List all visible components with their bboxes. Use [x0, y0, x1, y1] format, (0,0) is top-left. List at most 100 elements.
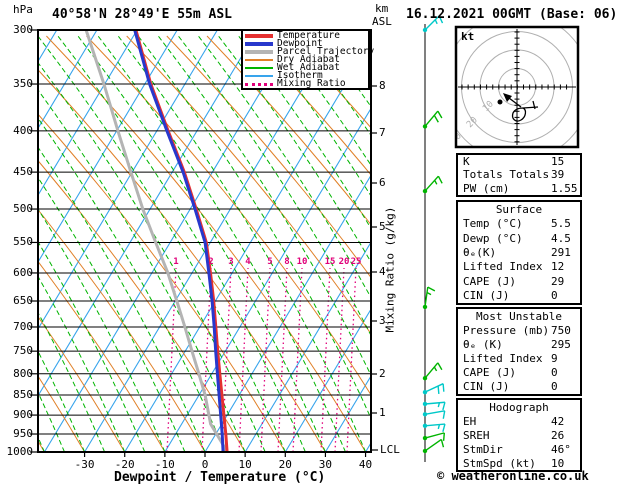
pressure-tick-label: 300 — [13, 23, 33, 36]
wind-barb-stem — [424, 423, 445, 427]
legend: Temperature Dewpoint Parcel Trajectory Dry … — [241, 29, 374, 90]
altitude-ref-label: ASL — [372, 15, 392, 28]
table-section-header: Most Unstable — [475, 309, 563, 323]
lcl-label: LCL — [380, 443, 400, 456]
wind-barb — [422, 410, 446, 419]
wind-barb-feather — [427, 286, 436, 292]
table-row-label: Dewp (°C) — [463, 231, 523, 245]
wet-adiabat-line — [137, 35, 371, 420]
wind-barb-feather — [437, 175, 443, 184]
pressure-tick-label: 950 — [13, 427, 33, 441]
temperature-tick-label: 30 — [318, 458, 333, 471]
hodograph-trace-loop — [511, 107, 527, 122]
wind-barb — [422, 175, 443, 194]
temperature-tick-label: -30 — [74, 458, 95, 471]
table-row-value: 750 — [551, 323, 571, 337]
table-row: θₑ(K) 291 — [458, 246, 580, 259]
datetime-label: 16.12.2021 00GMT (Base: 06) — [406, 7, 618, 22]
altitude-unit-label: km — [375, 2, 389, 15]
wind-barb-feather — [426, 291, 432, 296]
indices-table-most-unstable: Most Unstable Pressure (mb) 750 θₑ (K) 295 Li… — [456, 307, 582, 396]
wind-barb-feather — [442, 402, 446, 411]
wind-barb-feather — [437, 110, 443, 119]
hodograph-origin-dot — [497, 99, 503, 105]
table-row: EH 42 — [458, 415, 580, 428]
table-row-label: CIN (J) — [463, 289, 510, 303]
mixing-ratio-value-label: 2 — [208, 257, 214, 267]
x-axis-title: Dewpoint / Temperature (°C) — [114, 470, 326, 485]
wind-barb — [422, 438, 445, 454]
hodograph-trace — [522, 106, 539, 109]
legend-item: Mixing Ratio — [243, 78, 368, 90]
wind-barb-feather — [434, 179, 438, 185]
wind-barb-feather — [437, 362, 443, 371]
wind-barb-feather — [433, 366, 438, 372]
table-row: PW (cm) 1.55 — [458, 182, 580, 195]
table-row-value: 1.55 — [551, 181, 578, 195]
table-row: Temp (°C) 5.5 — [458, 217, 580, 230]
mixing-ratio-axis-title: Mixing Ratio (g/kg) — [383, 206, 397, 333]
pressure-tick-label: 450 — [13, 165, 33, 179]
table-row-label: CAPE (J) — [463, 366, 516, 380]
table-row-label: θₑ(K) — [463, 245, 497, 259]
table-row: CIN (J) 0 — [458, 289, 580, 302]
table-row: Lifted Index 12 — [458, 260, 580, 273]
pressure-tick-label: 350 — [13, 77, 33, 91]
wet-adiabat-line — [57, 35, 306, 452]
wind-barb-stem — [424, 432, 445, 439]
pressure-tick-label: 650 — [13, 294, 33, 307]
table-row: Pressure (mb) 750 — [458, 324, 580, 337]
table-row: K 15 — [458, 155, 580, 168]
wind-barb — [422, 383, 445, 395]
altitude-tick-label: 7 — [379, 126, 386, 139]
table-row-value: 42 — [551, 414, 565, 428]
table-row-label: Lifted Index — [463, 352, 543, 366]
dry-adiabat-line — [126, 35, 371, 335]
pressure-tick-label: 750 — [13, 344, 33, 358]
table-row-value: 0 — [551, 380, 558, 394]
legend-line-sample — [245, 75, 273, 77]
legend-line-sample — [245, 34, 273, 38]
mixing-ratio-value-label: 1 — [173, 257, 179, 267]
table-row: CAPE (J) 29 — [458, 275, 580, 288]
table-row: Totals Totals 39 — [458, 168, 580, 181]
legend-line-sample — [245, 42, 273, 46]
pressure-tick-label: 500 — [13, 202, 33, 216]
table-row: Dewp (°C) 4.5 — [458, 232, 580, 245]
table-row-value: 0 — [551, 366, 558, 380]
table-row-label: CAPE (J) — [463, 274, 516, 288]
temperature-tick-label: -20 — [114, 458, 135, 471]
table-row-value: 39 — [551, 168, 565, 182]
table-row-value: 5.5 — [551, 217, 571, 231]
altitude-tick-label: 1 — [379, 406, 386, 419]
legend-line-sample — [245, 82, 273, 86]
table-row-value: 4.5 — [551, 231, 571, 245]
table-row-value: 10 — [551, 456, 565, 470]
wind-barb-stem — [424, 383, 444, 393]
credit-link[interactable]: © weatheronline.co.uk — [437, 470, 589, 482]
table-row: StmSpd (kt) 10 — [458, 457, 580, 470]
legend-item-label: Mixing Ratio — [277, 78, 346, 90]
mixing-ratio-line — [277, 267, 288, 452]
legend-line-sample — [245, 50, 273, 54]
pressure-tick-label: 850 — [13, 388, 33, 402]
wind-barb-stem — [424, 438, 442, 452]
wind-barb-feather — [442, 410, 446, 419]
table-row-label: Lifted Index — [463, 260, 543, 274]
table-row-value: 29 — [551, 274, 565, 288]
table-row: StmDir 46° — [458, 443, 580, 456]
temperature-tick-label: 20 — [278, 458, 292, 471]
table-row-label: Pressure (mb) — [463, 323, 550, 337]
mixing-ratio-value-label: 4 — [245, 257, 251, 267]
mixing-ratio-line — [238, 267, 249, 452]
table-row: CAPE (J) 0 — [458, 366, 580, 379]
temperature-tick-label: 10 — [238, 458, 252, 471]
table-row-label: StmDir — [463, 442, 503, 456]
pressure-tick-label: 400 — [13, 123, 33, 137]
pressure-tick-label: 600 — [13, 265, 33, 279]
page-title: 40°58'N 28°49'E 55m ASL — [52, 7, 233, 22]
altitude-tick-label: 6 — [379, 176, 386, 189]
table-row-label: θₑ (K) — [463, 337, 503, 351]
wind-barb-feather — [433, 114, 439, 123]
table-row-value: 15 — [551, 155, 565, 169]
